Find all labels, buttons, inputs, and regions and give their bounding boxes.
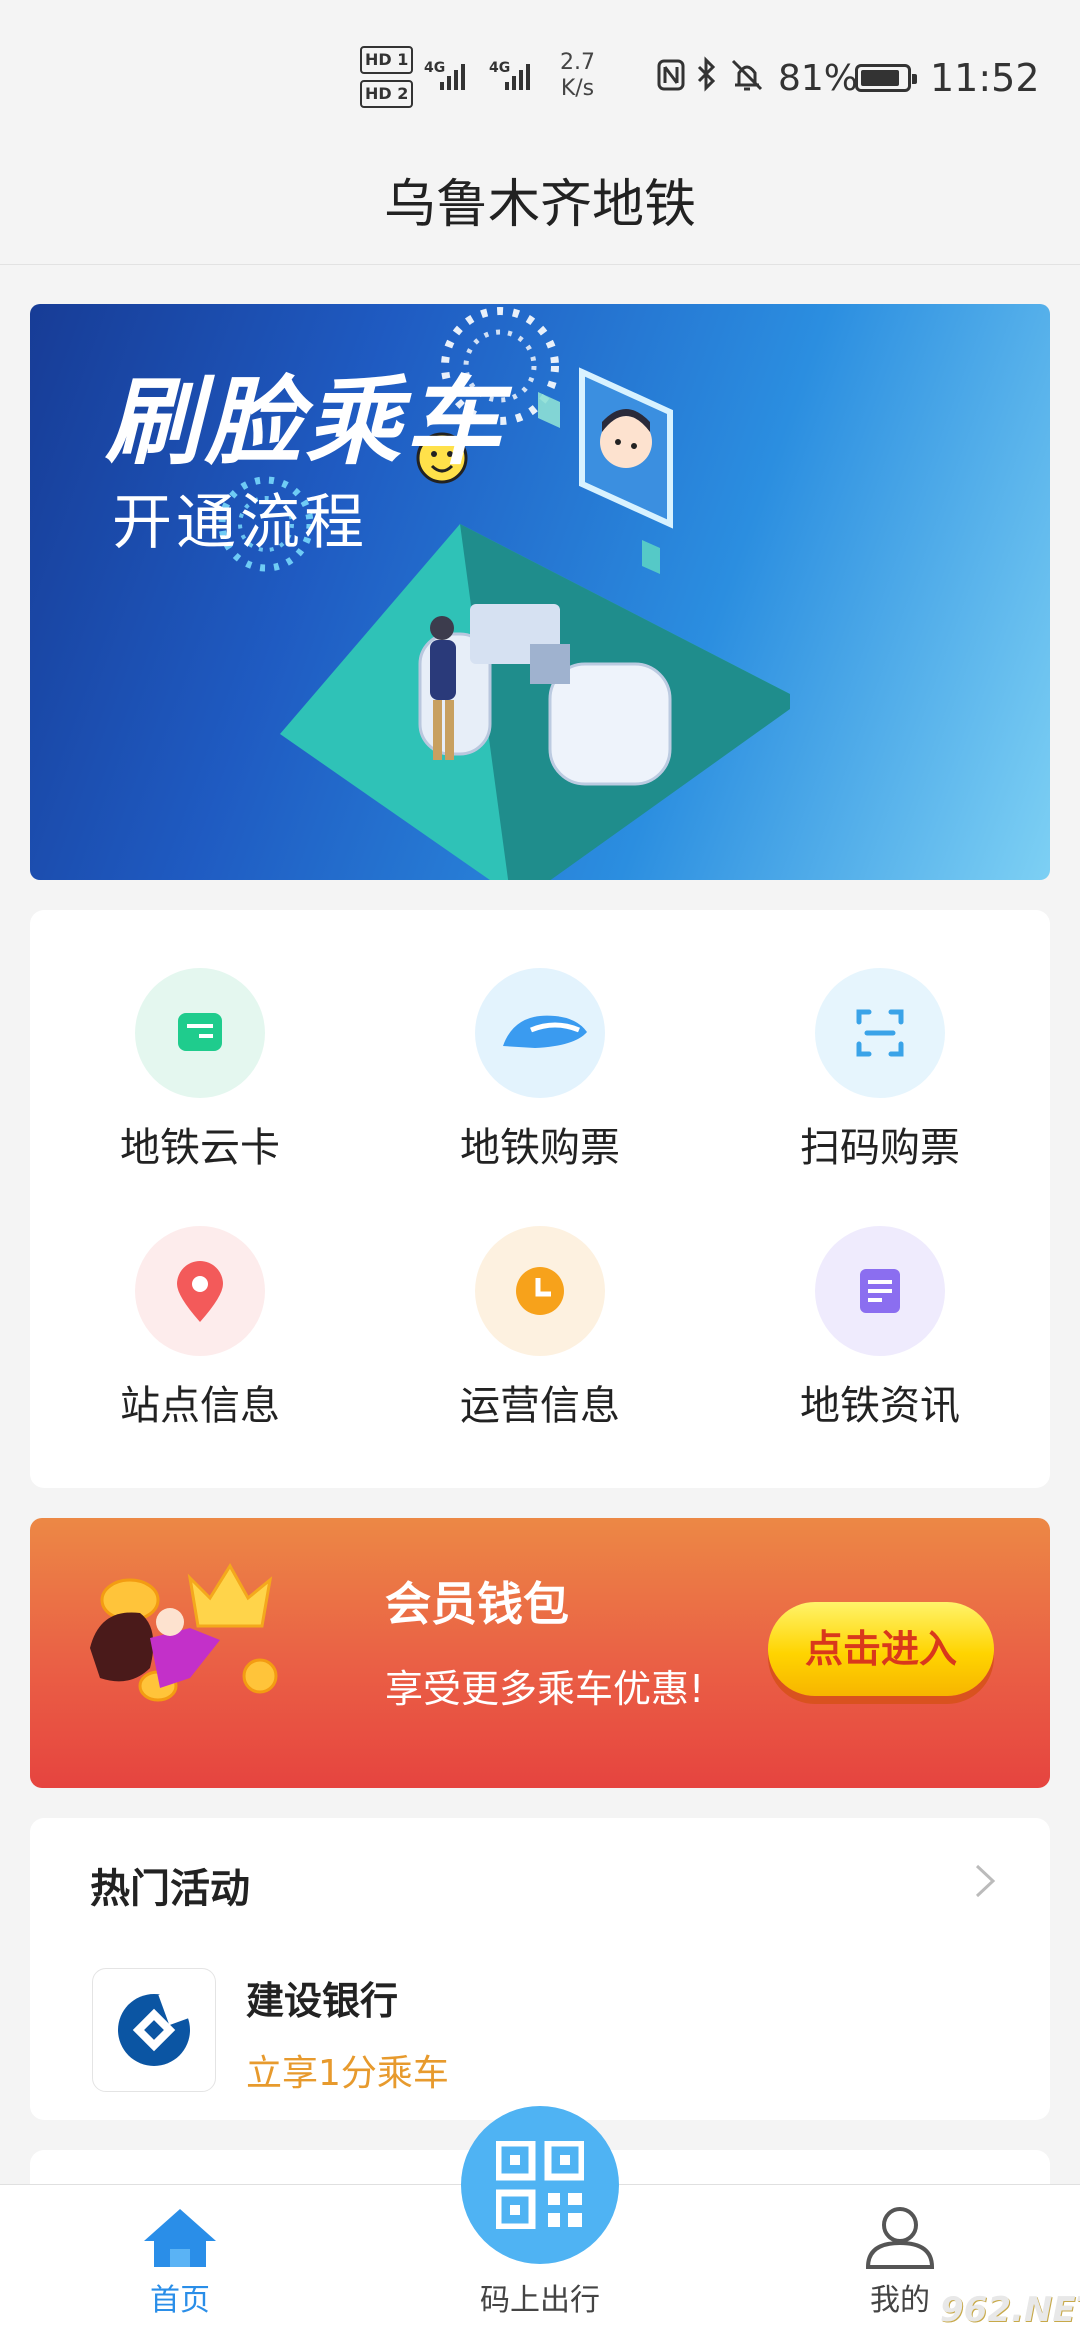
news-icon [815, 1226, 945, 1356]
status-bar: HD 1 HD 2 4G 4G 2.7 K/s 81% 11:52 [0, 0, 1080, 140]
signal-icon-2: 4G [489, 60, 530, 90]
service-label: 地铁云卡 [120, 1125, 280, 1171]
train-icon [475, 968, 605, 1098]
banner-title: 刷脸乘车 [105, 366, 505, 478]
card-icon [135, 968, 265, 1098]
hd-indicator: HD 1 HD 2 [360, 46, 414, 114]
hot-activities-card: 热门活动 建设银行 立享1分乘车 [30, 1818, 1050, 2120]
enter-button[interactable]: 点击进入 [768, 1602, 994, 1696]
qr-code-icon [496, 2141, 584, 2229]
site-watermark: 962.NET [940, 2290, 1080, 2330]
service-metro-card[interactable]: 地铁云卡 [30, 910, 370, 1171]
qr-code-button[interactable] [461, 2106, 619, 2264]
speed-unit: K/s [560, 76, 595, 101]
scan-icon [815, 968, 945, 1098]
member-subtitle: 享受更多乘车优惠! [385, 1667, 705, 1711]
nav-home[interactable]: 首页 [80, 2185, 280, 2341]
hd1-label: HD 1 [360, 46, 414, 74]
member-title: 会员钱包 [385, 1577, 569, 1631]
service-label: 扫码购票 [800, 1125, 960, 1171]
location-pin-icon [135, 1226, 265, 1356]
battery-icon [855, 64, 917, 92]
service-metro-news[interactable]: 地铁资讯 [710, 1168, 1050, 1429]
nfc-bluetooth-mute-icons [657, 56, 763, 92]
wallet-illustration [90, 1563, 278, 1702]
hot-activities-title: 热门活动 [90, 1866, 250, 1912]
home-icon [144, 2209, 216, 2267]
service-label: 地铁购票 [460, 1125, 620, 1171]
battery-percent: 81% [778, 58, 859, 99]
service-grid: 地铁云卡 地铁购票 扫码购票 站点信息 运营信息 地铁资讯 [30, 910, 1050, 1488]
service-label: 站点信息 [120, 1383, 280, 1429]
chevron-right-icon[interactable] [965, 1856, 1005, 1906]
activity-name[interactable]: 建设银行 [246, 1970, 398, 2025]
service-label: 地铁资讯 [800, 1383, 960, 1429]
network-speed: 2.7 K/s [560, 50, 595, 102]
face-ride-banner[interactable]: 刷脸乘车 开通流程 [30, 304, 1050, 880]
signal2-label: 4G [489, 60, 510, 76]
service-station-info[interactable]: 站点信息 [30, 1168, 370, 1429]
activity-desc: 立享1分乘车 [246, 2053, 449, 2094]
user-icon [865, 2207, 935, 2269]
signal-icon: 4G [424, 60, 465, 90]
banner-subtitle: 开通流程 [112, 488, 368, 558]
nav-qr-label: 码上出行 [480, 2283, 600, 2318]
speed-value: 2.7 [560, 50, 595, 75]
clock-time: 11:52 [930, 56, 1040, 100]
clock-icon [475, 1226, 605, 1356]
nav-home-label: 首页 [150, 2283, 210, 2318]
page-title: 乌鲁木齐地铁 [383, 175, 696, 235]
service-scan-ticket[interactable]: 扫码购票 [710, 910, 1050, 1171]
member-wallet-card[interactable]: 会员钱包 享受更多乘车优惠! 点击进入 [30, 1518, 1050, 1788]
ccb-logo[interactable] [92, 1968, 216, 2092]
app-header: 乌鲁木齐地铁 [0, 140, 1080, 265]
signal1-label: 4G [424, 60, 445, 76]
hd2-label: HD 2 [360, 80, 414, 108]
service-label: 运营信息 [460, 1383, 620, 1429]
service-buy-ticket[interactable]: 地铁购票 [370, 910, 710, 1171]
service-operation-info[interactable]: 运营信息 [370, 1168, 710, 1429]
